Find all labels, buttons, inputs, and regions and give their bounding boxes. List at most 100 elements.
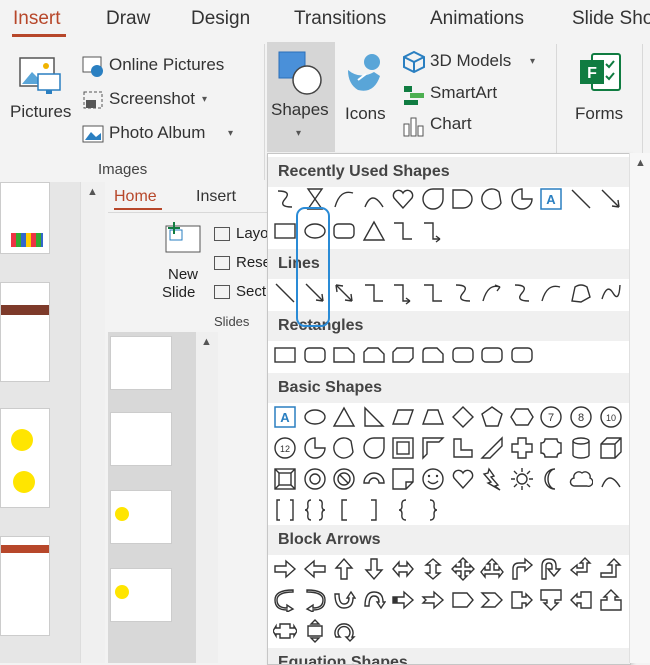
- dblbracket-shape-icon[interactable]: [273, 498, 297, 522]
- snip2-shape-icon[interactable]: [362, 343, 386, 367]
- lrupanrrow-shape-icon[interactable]: [480, 557, 505, 581]
- lshape-shape-icon[interactable]: [451, 436, 475, 460]
- teardrop-shape-icon[interactable]: [362, 436, 386, 460]
- new-slide-button[interactable]: New Slide: [158, 218, 208, 302]
- rrect-shape-icon[interactable]: [303, 343, 327, 367]
- layout-button[interactable]: Layo: [214, 224, 269, 246]
- pentagon-shape-icon[interactable]: [480, 405, 504, 429]
- elbow-shape-icon[interactable]: [421, 281, 445, 305]
- heart-shape-icon[interactable]: [451, 467, 475, 491]
- quadarrow-shape-icon[interactable]: [450, 557, 475, 581]
- dblbrace-shape-icon[interactable]: [303, 498, 327, 522]
- circular-shape-icon[interactable]: [332, 619, 356, 643]
- textbox-shape-icon[interactable]: A: [273, 405, 297, 429]
- lrarrow-shape-icon[interactable]: [391, 557, 415, 581]
- section-button[interactable]: Sect: [214, 282, 268, 304]
- uarrow-shape-icon[interactable]: [332, 557, 356, 581]
- hexagon-shape-icon[interactable]: [509, 405, 534, 429]
- roundsnip-shape-icon[interactable]: [421, 343, 445, 367]
- shapes-button[interactable]: Shapes ▾: [267, 42, 335, 152]
- slide-thumbnail[interactable]: [110, 490, 172, 544]
- slide-thumbnail[interactable]: [110, 336, 172, 390]
- flowdelay-shape-icon[interactable]: [451, 187, 475, 211]
- scribble-shape-icon[interactable]: [599, 281, 623, 305]
- arc-shape-icon[interactable]: [362, 187, 386, 211]
- elbow-shape-icon[interactable]: [391, 219, 415, 243]
- textbox-shape-icon[interactable]: A: [539, 187, 563, 211]
- slide-thumbnail[interactable]: [0, 536, 50, 636]
- notchedr-shape-icon[interactable]: [421, 588, 445, 612]
- curve-shape-icon[interactable]: [539, 281, 563, 305]
- diagstripe-shape-icon[interactable]: [480, 436, 504, 460]
- pictures-button[interactable]: Pictures: [8, 46, 72, 128]
- dodecagon-shape-icon[interactable]: 12: [273, 436, 297, 460]
- curvedl-shape-icon[interactable]: [303, 588, 327, 614]
- thumbnail-scrollbar[interactable]: ▲: [80, 182, 105, 663]
- tab-design[interactable]: Design: [191, 8, 250, 30]
- bevel-shape-icon[interactable]: [273, 467, 297, 491]
- cloud-shape-icon[interactable]: [569, 467, 594, 491]
- donut-shape-icon[interactable]: [303, 467, 327, 491]
- teardrop-shape-icon[interactable]: [421, 187, 445, 211]
- chevron-shape-icon[interactable]: [480, 588, 504, 612]
- second-thumbnail-scrollbar[interactable]: ▲: [196, 332, 218, 663]
- leftup-shape-icon[interactable]: [569, 557, 593, 581]
- rbracket-shape-icon[interactable]: [362, 498, 386, 522]
- curvearrow-shape-icon[interactable]: [480, 281, 504, 305]
- plus-shape-icon[interactable]: [510, 436, 534, 460]
- chord-shape-icon[interactable]: [332, 436, 356, 460]
- rrect-shape-icon[interactable]: [480, 343, 504, 367]
- tab-animations[interactable]: Animations: [430, 8, 524, 30]
- heart-shape-icon[interactable]: [391, 187, 415, 211]
- line-shape-icon[interactable]: [273, 281, 297, 305]
- rrect-shape-icon[interactable]: [451, 343, 475, 367]
- lbrace-shape-icon[interactable]: [391, 498, 415, 522]
- lbracket-shape-icon[interactable]: [332, 498, 356, 522]
- shapes-gallery-scrollbar[interactable]: ▲: [629, 153, 650, 663]
- scroll-up-icon[interactable]: ▲: [635, 157, 646, 169]
- bentarrow-shape-icon[interactable]: [510, 557, 534, 581]
- arc-shape-icon[interactable]: [599, 467, 623, 491]
- 3d-models-button[interactable]: 3D Models ▾: [402, 50, 542, 74]
- bentup-shape-icon[interactable]: [599, 557, 623, 581]
- rarrow-shape-icon[interactable]: [273, 557, 297, 581]
- scurve-shape-icon[interactable]: [451, 281, 475, 305]
- snipdiag-shape-icon[interactable]: [391, 343, 415, 367]
- rtriangle-shape-icon[interactable]: [362, 405, 386, 429]
- trapezoid-shape-icon[interactable]: [421, 405, 445, 429]
- chord-shape-icon[interactable]: [480, 187, 504, 211]
- dcallout-shape-icon[interactable]: [539, 588, 563, 612]
- udcallout-shape-icon[interactable]: [303, 619, 327, 643]
- tab-insert[interactable]: Insert: [196, 188, 236, 206]
- rect-shape-icon[interactable]: [273, 343, 297, 367]
- octagon-shape-icon[interactable]: 8: [569, 405, 593, 429]
- darrow-shape-icon[interactable]: [362, 557, 386, 581]
- triangle-shape-icon[interactable]: [362, 219, 386, 243]
- ellipse-shape-icon[interactable]: [303, 405, 327, 429]
- parallelogram-shape-icon[interactable]: [391, 405, 415, 429]
- lightning-shape-icon[interactable]: [480, 467, 504, 491]
- slide-thumbnail[interactable]: [0, 282, 50, 382]
- photo-album-button[interactable]: Photo Album ▾: [82, 122, 242, 146]
- online-pictures-button[interactable]: Online Pictures: [82, 54, 242, 78]
- slide-thumbnail[interactable]: [110, 568, 172, 622]
- scroll-up-icon[interactable]: ▲: [201, 336, 212, 348]
- curvedr-shape-icon[interactable]: [273, 588, 297, 614]
- blockarc-shape-icon[interactable]: [362, 467, 386, 491]
- slide-thumbnail[interactable]: [110, 412, 172, 466]
- chart-button[interactable]: Chart: [402, 112, 492, 138]
- plaque-shape-icon[interactable]: [539, 436, 563, 460]
- icons-button[interactable]: Icons: [340, 46, 396, 128]
- pie-shape-icon[interactable]: [303, 436, 327, 460]
- smiley-shape-icon[interactable]: [421, 467, 445, 491]
- tab-insert[interactable]: Insert: [13, 8, 61, 30]
- ucallout-shape-icon[interactable]: [599, 588, 623, 612]
- frame-shape-icon[interactable]: [391, 436, 415, 460]
- freeform-shape-icon[interactable]: [569, 281, 593, 305]
- nosymbol-shape-icon[interactable]: [332, 467, 356, 491]
- curve-shape-icon[interactable]: [332, 187, 356, 211]
- larrow-shape-icon[interactable]: [303, 557, 327, 581]
- dblarrow-shape-icon[interactable]: [332, 281, 356, 305]
- elbow-shape-icon[interactable]: [362, 281, 386, 305]
- reset-button[interactable]: Rese: [214, 253, 271, 275]
